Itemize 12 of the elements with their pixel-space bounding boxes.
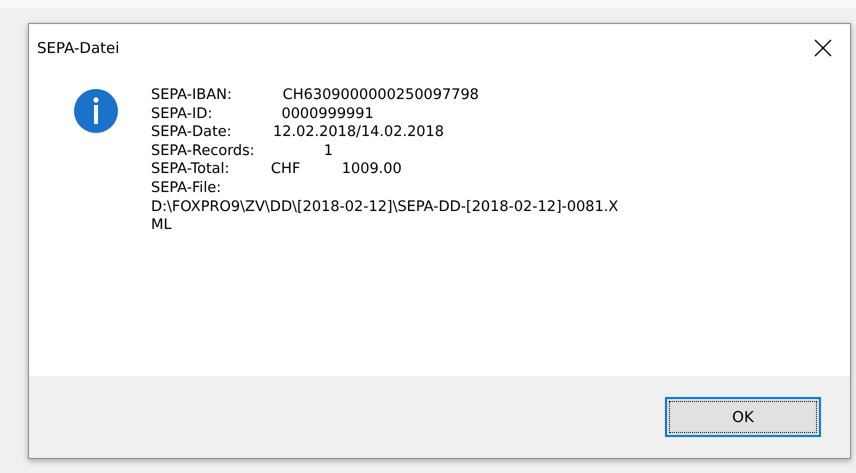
message-line: D:\FOXPRO9\ZV\DD\[2018-02-12]\SEPA-DD-[2018-02-12]-0081.X bbox=[151, 198, 618, 216]
ok-button[interactable]: OK bbox=[665, 397, 821, 437]
message-line: SEPA-IBAN: CH6309000000250097798 bbox=[151, 86, 480, 105]
message-line: SEPA-Records: 1 bbox=[151, 142, 334, 160]
message-line: SEPA-ID: 0000999991 bbox=[151, 104, 375, 124]
info-icon bbox=[73, 88, 119, 134]
window-title: SEPA-Datei bbox=[37, 39, 120, 57]
message-line: ML bbox=[151, 216, 173, 235]
message-line: SEPA-Total: CHF 1009.00 bbox=[151, 160, 403, 179]
message-line: SEPA-File: bbox=[151, 178, 222, 198]
close-icon bbox=[814, 39, 832, 57]
message-line: SEPA-Date: 12.02.2018/14.02.2018 bbox=[151, 123, 445, 142]
